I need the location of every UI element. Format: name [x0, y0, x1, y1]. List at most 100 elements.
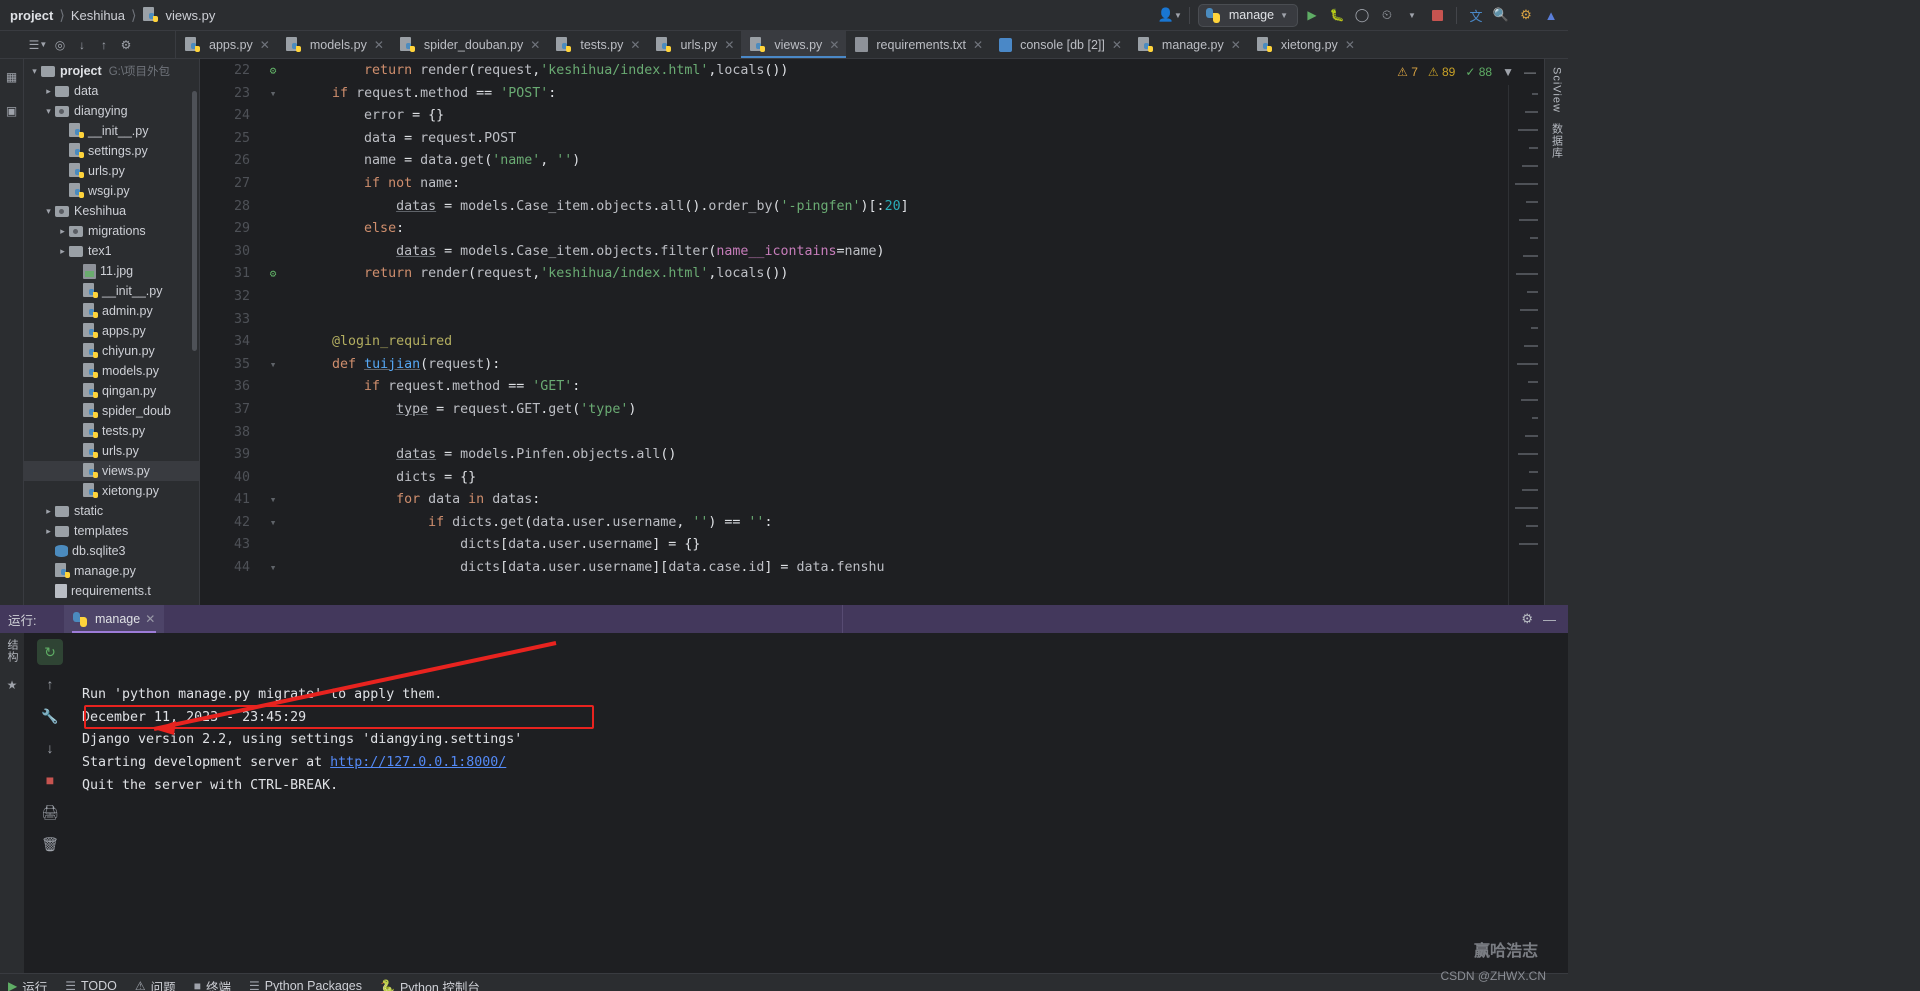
tree-item-diangying[interactable]: diangying [24, 101, 199, 121]
close-icon[interactable]: ✕ [145, 612, 155, 626]
editor-tab-requirements-txt[interactable]: requirements.txt ✕ [846, 31, 990, 58]
translate-icon[interactable]: 文 [1465, 4, 1487, 26]
code-line[interactable]: dicts[data.user.username][data.case.id] … [300, 557, 1544, 580]
tree-item-data[interactable]: data [24, 81, 199, 101]
code-minimap[interactable] [1508, 85, 1544, 605]
gutter-marker[interactable] [256, 444, 290, 467]
settings-gear-icon[interactable]: ⚙ [1521, 611, 1533, 627]
close-icon[interactable]: ✕ [1231, 38, 1241, 52]
code-line[interactable] [300, 309, 1544, 332]
run-icon[interactable]: ▶ [1301, 4, 1323, 26]
tree-item-project[interactable]: project G:\项目外包 [24, 61, 199, 81]
tree-item-tests-py[interactable]: tests.py [24, 421, 199, 441]
clear-icon[interactable]: 🗑 [37, 831, 63, 857]
tree-item-settings-py[interactable]: settings.py [24, 141, 199, 161]
user-account-icon[interactable]: 👤 ▼ [1158, 4, 1182, 26]
bookmarks-tool-icon[interactable]: ▣ [2, 101, 22, 121]
project-view-icon[interactable]: ☰ ▼ [28, 35, 48, 55]
rerun-icon[interactable]: ↻ [37, 639, 63, 665]
tree-item-qingan-py[interactable]: qingan.py [24, 381, 199, 401]
tool-window-todo[interactable]: ☰ TODO [65, 979, 117, 991]
notifications-icon[interactable]: ▲ [1540, 4, 1562, 26]
gutter-marker[interactable]: ▾ [256, 354, 290, 377]
project-tool-icon[interactable]: ▦ [2, 67, 22, 87]
chevron-right-icon[interactable] [42, 86, 55, 97]
tool-window-run[interactable]: ▶ 运行 [8, 977, 47, 991]
editor-tab-apps-py[interactable]: apps.py ✕ [176, 31, 277, 58]
tree-item--init-py[interactable]: __init__.py [24, 121, 199, 141]
editor-tab-manage-py[interactable]: manage.py ✕ [1129, 31, 1248, 58]
gutter-marker[interactable]: ▾ [256, 557, 290, 580]
coverage-icon[interactable]: ◯ [1351, 4, 1373, 26]
fold-gutter[interactable]: ⚙ ▾ ⚙ ▾ ▾ ▾ ▾ [256, 60, 290, 580]
console-output[interactable]: Run 'python manage.py migrate' to apply … [76, 633, 1568, 973]
chevron-right-icon[interactable] [56, 246, 69, 257]
code-line[interactable]: dicts[data.user.username] = {} [300, 534, 1544, 557]
code-line[interactable]: type = request.GET.get('type') [300, 399, 1544, 422]
editor-tab-models-py[interactable]: models.py ✕ [277, 31, 391, 58]
tree-item-11-jpg[interactable]: 11.jpg [24, 261, 199, 281]
locate-icon[interactable]: ◎ [50, 35, 70, 55]
code-line[interactable]: if request.method == 'POST': [300, 83, 1544, 106]
gutter-marker[interactable] [256, 218, 290, 241]
editor-tab-xietong-py[interactable]: xietong.py ✕ [1248, 31, 1362, 58]
chevron-right-icon[interactable] [56, 226, 69, 237]
gutter-marker[interactable]: ▾ [256, 83, 290, 106]
breadcrumb-project[interactable]: project [10, 8, 53, 23]
gutter-marker[interactable] [256, 309, 290, 332]
structure-label[interactable]: 结构 [4, 639, 20, 663]
tree-item-requirements-t[interactable]: requirements.t [24, 581, 199, 601]
gutter-marker[interactable] [256, 399, 290, 422]
tree-item-urls-py[interactable]: urls.py [24, 161, 199, 181]
code-line[interactable]: else: [300, 218, 1544, 241]
gutter-marker[interactable]: ⚙ [256, 60, 290, 83]
code-line[interactable]: return render(request,'keshihua/index.ht… [300, 263, 1544, 286]
gutter-marker[interactable] [256, 467, 290, 490]
code-line[interactable]: dicts = {} [300, 467, 1544, 490]
code-line[interactable]: if not name: [300, 173, 1544, 196]
minimize-icon[interactable]: — [1524, 65, 1536, 79]
tree-item-admin-py[interactable]: admin.py [24, 301, 199, 321]
scroll-up-icon[interactable]: ↑ [37, 671, 63, 697]
gutter-marker[interactable] [256, 422, 290, 445]
tree-item-keshihua[interactable]: Keshihua [24, 201, 199, 221]
server-url-link[interactable]: http://127.0.0.1:8000/ [330, 755, 506, 770]
tool-window-python-console[interactable]: 🐍 Python 控制台 [380, 977, 480, 991]
gutter-marker[interactable] [256, 150, 290, 173]
gutter-marker[interactable] [256, 286, 290, 309]
run-configuration-selector[interactable]: manage ▼ [1197, 3, 1298, 27]
close-icon[interactable]: ✕ [374, 38, 384, 52]
chevron-down-icon[interactable] [42, 106, 55, 117]
tree-item-spider-doub[interactable]: spider_doub [24, 401, 199, 421]
profile-icon[interactable]: ⏲ [1376, 4, 1398, 26]
gutter-marker[interactable] [256, 534, 290, 557]
breadcrumb-folder[interactable]: Keshihua [71, 8, 125, 23]
editor-tab-views-py[interactable]: views.py ✕ [741, 31, 847, 58]
tree-item-models-py[interactable]: models.py [24, 361, 199, 381]
editor-tab-console-db-2-[interactable]: console [db [2]] ✕ [990, 31, 1129, 58]
tree-item--init-py[interactable]: __init__.py [24, 281, 199, 301]
tree-item-apps-py[interactable]: apps.py [24, 321, 199, 341]
code-line[interactable]: datas = models.Case_item.objects.all().o… [300, 196, 1544, 219]
collapse-all-icon[interactable]: ↓ [72, 35, 92, 55]
code-editor[interactable]: ⚠ 7 ⚠ 89 ✓ 88 ▼ — 22 23 24 25 26 27 28 29 30 31 32… [200, 59, 1544, 605]
close-icon[interactable]: ✕ [1112, 38, 1122, 52]
code-line[interactable]: if request.method == 'GET': [300, 376, 1544, 399]
settings-wrench-icon[interactable]: 🔧 [37, 703, 63, 729]
run-tab-manage[interactable]: manage ✕ [64, 605, 165, 633]
gutter-marker[interactable] [256, 196, 290, 219]
code-line[interactable]: if dicts.get(data.user.username, '') == … [300, 512, 1544, 535]
close-icon[interactable]: ✕ [724, 38, 734, 52]
close-icon[interactable]: ✕ [530, 38, 540, 52]
tree-item-static[interactable]: static [24, 501, 199, 521]
gutter-marker[interactable] [256, 331, 290, 354]
tree-item-migrations[interactable]: migrations [24, 221, 199, 241]
tool-window-terminal[interactable]: ■ 终端 [194, 977, 231, 991]
tree-item-templates[interactable]: templates [24, 521, 199, 541]
database-label[interactable]: 数据库 [1549, 123, 1565, 159]
debug-icon[interactable]: 🐛 [1326, 4, 1348, 26]
editor-tab-spider-douban-py[interactable]: spider_douban.py ✕ [391, 31, 547, 58]
code-line[interactable] [300, 286, 1544, 309]
gutter-marker[interactable]: ▾ [256, 489, 290, 512]
code-line[interactable]: def tuijian(request): [300, 354, 1544, 377]
